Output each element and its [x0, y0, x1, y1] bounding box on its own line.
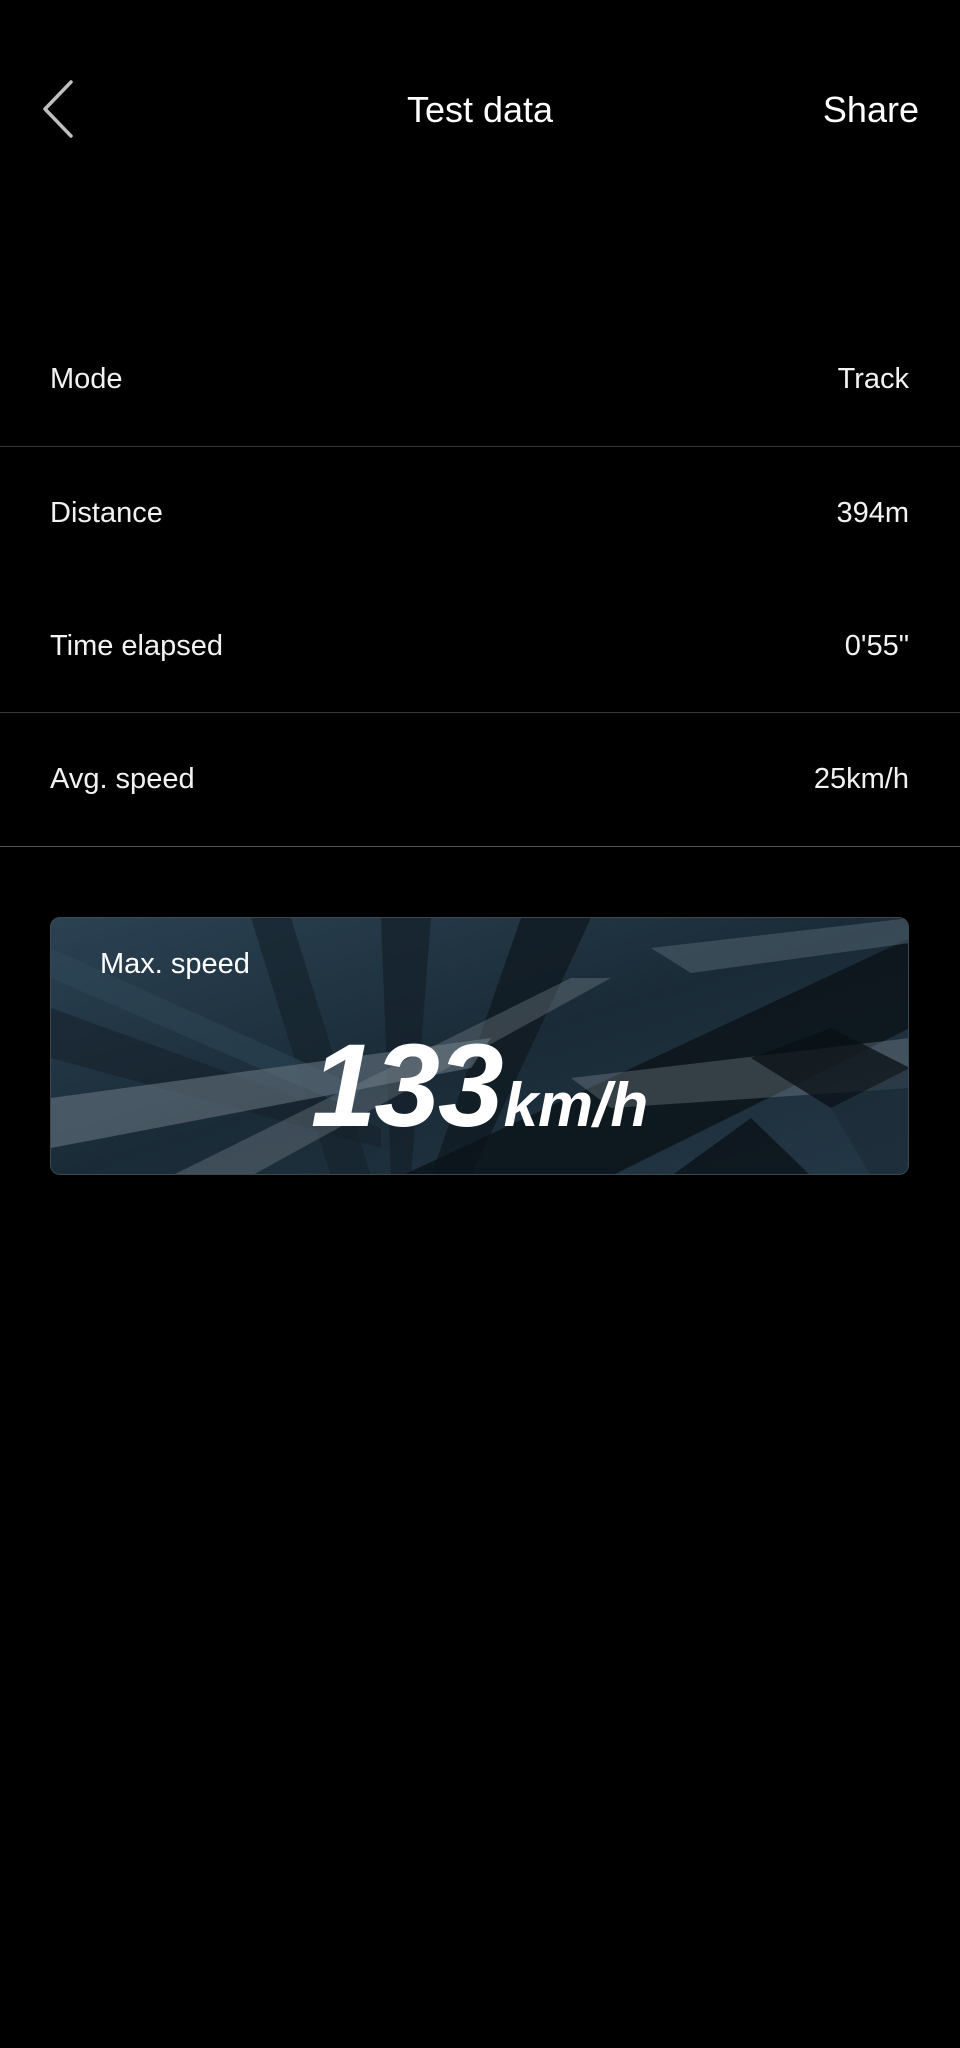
stat-label: Distance: [50, 497, 163, 529]
stat-label: Mode: [50, 363, 123, 395]
stat-value: Track: [837, 363, 909, 395]
header-bar: Test data Share: [0, 0, 960, 220]
max-speed-card: Max. speed 133km/h: [50, 917, 909, 1175]
test-data-list: Mode Track Distance 394m Time elapsed 0'…: [0, 313, 960, 847]
page-title: Test data: [406, 89, 554, 130]
stat-value: 394m: [836, 497, 909, 529]
stat-row-distance: Distance 394m: [0, 447, 960, 580]
stat-value: 0'55": [844, 629, 909, 662]
stat-value: 25km/h: [813, 763, 909, 795]
max-speed-readout: 133km/h: [51, 1018, 908, 1154]
stat-row-mode: Mode Track: [0, 313, 960, 446]
max-speed-label: Max. speed: [100, 948, 250, 980]
divider: [0, 846, 960, 847]
stat-row-time-elapsed: Time elapsed 0'55": [0, 580, 960, 712]
stat-row-avg-speed: Avg. speed 25km/h: [0, 713, 960, 846]
stat-label: Avg. speed: [50, 763, 195, 795]
stat-label: Time elapsed: [50, 629, 224, 662]
share-button[interactable]: Share: [823, 84, 919, 136]
max-speed-value: 133: [310, 1020, 504, 1152]
max-speed-unit: km/h: [503, 1071, 649, 1140]
